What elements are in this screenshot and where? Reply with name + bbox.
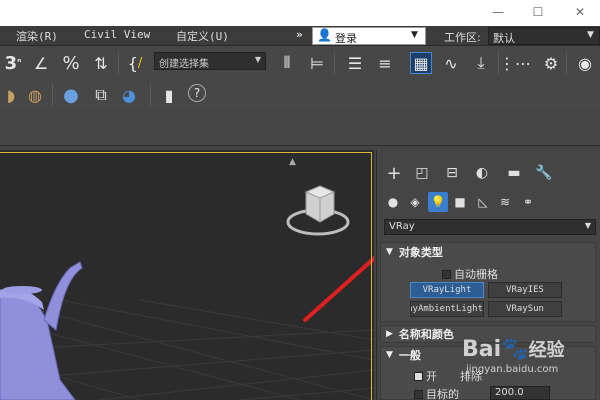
object-type-header[interactable]: ▼ 对象类型 xyxy=(382,244,443,260)
menu-bar: 渲染(R) Civil View 自定义(U) » 👤 登录 ▼ 工作区: 默认… xyxy=(0,26,600,46)
minimize-icon[interactable]: — xyxy=(488,4,508,20)
light-category-dropdown[interactable]: VRay ▼ xyxy=(384,219,596,235)
light-category-value: VRay xyxy=(389,221,415,232)
object-type-title: 对象类型 xyxy=(398,246,443,259)
targeted-label: 目标的 xyxy=(426,388,459,400)
snap-3d-icon[interactable]: 3ⁿ xyxy=(2,52,24,74)
on-label: 开 xyxy=(426,370,437,383)
separator xyxy=(52,84,53,106)
chevron-down-icon: ▼ xyxy=(587,30,594,40)
expand-icon: ▶ xyxy=(386,329,393,339)
vraysun-button[interactable]: VRaySun xyxy=(488,301,562,317)
watermark-brand: Bai🐾经验 xyxy=(462,336,565,362)
targeted-checkbox[interactable]: 目标的 xyxy=(414,386,459,400)
percent-snap-icon[interactable]: % xyxy=(60,52,82,74)
shapes-icon[interactable]: ◈ xyxy=(405,192,425,212)
watermark-bai: Bai xyxy=(462,337,502,362)
cameras-icon[interactable]: ■ xyxy=(450,192,470,212)
workspace-value: 默认 xyxy=(493,32,515,45)
systems-icon[interactable]: ⚭ xyxy=(518,192,538,212)
create-tab-icon[interactable]: + xyxy=(382,162,406,184)
watermark-jingyan: 经验 xyxy=(528,340,565,361)
align-icon[interactable]: ⊨ xyxy=(306,52,328,74)
sphere-icon[interactable]: ● xyxy=(60,84,82,106)
layers-icon[interactable]: ≡ xyxy=(374,52,396,74)
name-color-title: 名称和颜色 xyxy=(398,328,454,341)
selection-set-dropdown[interactable]: 创建选择集 ▼ xyxy=(154,52,266,70)
menu-render[interactable]: 渲染(R) xyxy=(16,28,58,44)
schematic-view-icon[interactable]: ⋮⋯ xyxy=(499,52,531,74)
viewport-active-border xyxy=(0,152,372,400)
secondary-toolbar: ◗ ◍ ● ⧉ ◕ ▮ ? xyxy=(0,80,600,110)
login-label: 登录 xyxy=(335,32,357,45)
separator xyxy=(150,84,151,106)
environment-icon[interactable]: ⧉ xyxy=(90,84,112,106)
percent-snap-label: % xyxy=(62,52,80,74)
curve-editor-icon[interactable]: ∿ xyxy=(440,52,462,74)
hierarchy-tab-icon[interactable]: ⊟ xyxy=(440,162,464,184)
vraylight-button[interactable]: VRayLight xyxy=(410,282,484,298)
scene-explorer-icon[interactable]: ▦ xyxy=(410,52,432,74)
general-title: 一般 xyxy=(398,349,421,362)
main-toolbar: 3ⁿ ∠ % ⇅ {/ 创建选择集 ▼ ⫴ ⊨ ☰ ≡ ▦ ∿ ⤓ ⋮⋯ ⚙ ◉ xyxy=(0,46,600,80)
separator xyxy=(334,52,335,74)
chevron-down-icon: ▼ xyxy=(411,30,418,40)
display-tab-icon[interactable]: ▬ xyxy=(502,162,526,184)
auto-grid-label: 自动栅格 xyxy=(454,268,498,281)
vrayies-button[interactable]: VRayIES xyxy=(488,282,562,298)
curly-label: { xyxy=(127,53,138,73)
chevron-down-icon: ▼ xyxy=(584,221,591,230)
login-dropdown[interactable]: 👤 登录 ▼ xyxy=(312,27,426,45)
render-setup-icon[interactable]: ◉ xyxy=(574,52,596,74)
teapot-render-icon[interactable]: ◗ xyxy=(0,84,22,106)
lights-icon[interactable]: 💡 xyxy=(428,192,448,212)
auto-grid-checkbox[interactable]: 自动栅格 xyxy=(442,266,498,282)
modify-tab-icon[interactable]: ◰ xyxy=(410,162,434,184)
menu-civil-view[interactable]: Civil View xyxy=(84,28,150,41)
geometry-icon[interactable]: ● xyxy=(383,192,403,212)
layer-explorer-icon[interactable]: ☰ xyxy=(344,52,366,74)
menu-customize[interactable]: 自定义(U) xyxy=(176,28,229,44)
help-icon[interactable]: ? xyxy=(188,84,206,102)
dope-sheet-icon[interactable]: ⤓ xyxy=(470,52,492,74)
spinner-snap-icon[interactable]: ⇅ xyxy=(90,52,112,74)
targeted-box xyxy=(414,389,423,399)
auto-grid-box xyxy=(442,269,451,279)
title-bar: — ☐ ✕ xyxy=(0,0,600,26)
separator xyxy=(566,52,567,74)
helpers-icon[interactable]: ◺ xyxy=(473,192,493,212)
collapse-icon: ▼ xyxy=(386,247,393,257)
motion-tab-icon[interactable]: ◐ xyxy=(470,162,494,184)
maximize-icon[interactable]: ☐ xyxy=(528,4,548,20)
workspace-dropdown[interactable]: 默认 ▼ xyxy=(488,27,600,45)
ribbon-area xyxy=(0,110,600,146)
on-check-mark xyxy=(414,371,423,381)
separator xyxy=(118,52,119,74)
workspace-label: 工作区: xyxy=(444,31,481,44)
selection-set-value: 创建选择集 xyxy=(159,59,209,70)
target-distance-input[interactable]: 200.0 xyxy=(490,386,550,400)
collapse-icon: ▼ xyxy=(386,350,393,360)
angle-snap-icon[interactable]: ∠ xyxy=(30,52,52,74)
user-icon: 👤 xyxy=(317,28,332,42)
render-effects-icon[interactable]: ◕ xyxy=(118,84,140,106)
vrayambientlight-button[interactable]: VRayAmbientLight xyxy=(410,301,484,317)
space-warps-icon[interactable]: ≋ xyxy=(495,192,515,212)
named-selection-icon[interactable]: {/ xyxy=(124,52,146,74)
frame-buffer-icon[interactable]: ▮ xyxy=(158,84,180,106)
on-checkbox[interactable]: 开 xyxy=(414,368,437,384)
watermark-url: jingyan.baidu.com xyxy=(466,364,559,375)
menu-overflow-icon[interactable]: » xyxy=(296,28,303,41)
general-header[interactable]: ▼ 一般 xyxy=(382,347,421,363)
close-icon[interactable]: ✕ xyxy=(570,4,590,20)
chevron-down-icon: ▼ xyxy=(254,55,261,64)
utilities-tab-icon[interactable]: 🔧 xyxy=(532,162,556,184)
render-frame-icon[interactable]: ◍ xyxy=(24,84,46,106)
name-color-header[interactable]: ▶ 名称和颜色 xyxy=(382,326,454,342)
material-editor-icon[interactable]: ⚙ xyxy=(540,52,562,74)
paw-icon: 🐾 xyxy=(501,337,529,362)
snap-3d-label: 3 xyxy=(4,52,18,74)
mirror-icon[interactable]: ⫴ xyxy=(276,52,298,74)
